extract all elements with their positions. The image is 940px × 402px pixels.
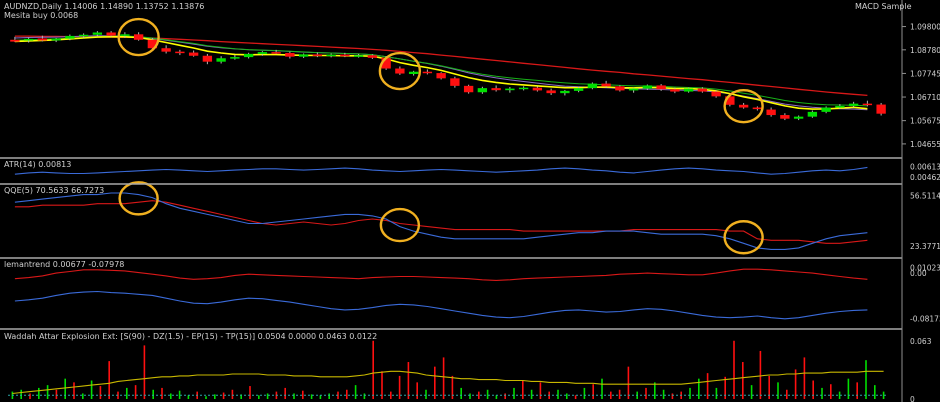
candle-body (628, 88, 639, 91)
candle-body (436, 73, 446, 79)
expert-name: MACD Sample (855, 2, 912, 11)
price-tick-label: 1.07745 (910, 69, 940, 78)
candle-body (395, 68, 405, 74)
candle-body (505, 88, 515, 91)
candle-body (353, 55, 364, 57)
candle-body (601, 83, 611, 87)
waddah-label: Waddah Attar Explosion Ext: [S(90) - DZ(… (4, 332, 377, 341)
price-tick-label: 1.09800 (910, 23, 940, 32)
candle-body (312, 54, 323, 56)
atr-tick-label: 0.00613 (910, 163, 940, 172)
candle-body (780, 115, 790, 119)
candle-body (10, 39, 20, 42)
atr-label: ATR(14) 0.00813 (4, 160, 71, 169)
candle-body (463, 85, 474, 93)
candle-body (78, 34, 89, 37)
lemantrend-label: lemantrend 0.00677 -0.07978 (4, 260, 124, 269)
candle-body (106, 32, 116, 36)
candle-body (188, 52, 199, 56)
candle-body (642, 85, 653, 89)
candle-body (573, 88, 584, 91)
atr-tick-label: 0.00462 (910, 173, 940, 182)
candle-body (257, 52, 268, 54)
candle-body (51, 38, 61, 41)
candle-body (862, 103, 873, 106)
candle-body (793, 116, 804, 119)
candle-body (271, 52, 281, 54)
candle-body (65, 35, 75, 39)
trading-chart: 1.09800 1.08780 1.07745 1.06710 1.05675 1.046… (0, 0, 940, 402)
candle-body (587, 83, 598, 89)
candle-body (298, 54, 309, 57)
qqe-label: QQE(5) 70.5633 66.7273 (4, 186, 104, 195)
candle-body (738, 104, 749, 108)
candle-body (560, 90, 570, 94)
signal-text: Mesita buy 0.0068 (4, 11, 78, 20)
candle-body (92, 32, 103, 35)
candle-body (202, 55, 213, 62)
candle-body (133, 34, 144, 40)
candle-body (422, 71, 433, 74)
candle-body (821, 107, 831, 112)
candle-body (656, 85, 666, 90)
candle-body (216, 58, 226, 62)
candle-body (367, 55, 378, 58)
candle-body (450, 78, 460, 86)
qqe-tick-label: 23.3771 (910, 242, 940, 251)
lemantrend-tick-label: 0.00 (910, 269, 927, 278)
candle-body (697, 88, 708, 92)
candle-body (835, 105, 845, 108)
candle-body (546, 90, 556, 94)
price-tick-label: 1.04655 (910, 140, 940, 149)
candle-body (683, 88, 694, 92)
lemantrend-tick-label: -0.08173 (910, 315, 940, 324)
candle-body (230, 57, 240, 59)
candle-body (807, 111, 818, 117)
candle-body (161, 48, 171, 52)
symbol-header: AUDNZD,Daily 1.14006 1.14890 1.13752 1.1… (4, 2, 204, 11)
candle-body (766, 109, 776, 116)
candle-body (615, 86, 625, 91)
candle-body (518, 87, 529, 90)
candle-body (408, 71, 419, 74)
candle-body (326, 54, 336, 57)
candle-body (670, 89, 680, 92)
candle-body (532, 87, 543, 91)
waddah-tick-label: 0 (910, 395, 915, 402)
candle-body (285, 53, 295, 57)
candle-body (23, 38, 34, 41)
price-tick-label: 1.06710 (910, 93, 940, 102)
price-tick-label: 1.08780 (910, 46, 940, 55)
candle-body (243, 53, 254, 58)
candle-body (752, 107, 763, 110)
waddah-tick-label: 0.063 (910, 337, 932, 346)
candle-body (876, 104, 886, 114)
candle-body (340, 54, 350, 57)
candle-body (848, 103, 859, 106)
candle-body (175, 51, 185, 54)
qqe-tick-label: 56.5114 (910, 191, 940, 200)
candle-body (120, 34, 130, 36)
candle-body (477, 88, 488, 93)
price-tick-label: 1.05675 (910, 117, 940, 126)
candle-body (711, 91, 721, 97)
candle-body (37, 38, 48, 41)
candle-body (491, 88, 501, 91)
